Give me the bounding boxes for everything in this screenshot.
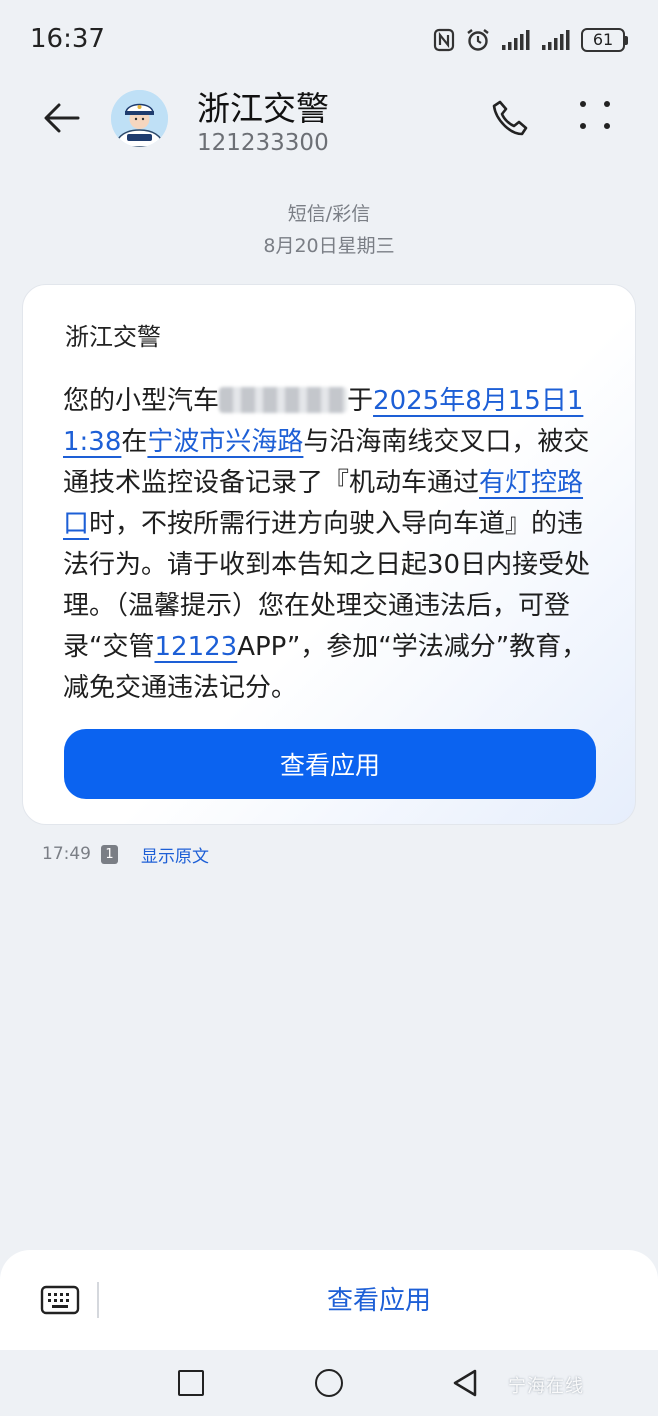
message-body: 您的小型汽车 于2025年8月15日11:38在宁波市兴海路与沿海南线交叉口，被交… [63, 381, 603, 709]
contact-number: 121233300 [197, 130, 329, 156]
alarm-icon [467, 29, 489, 51]
message-type-label: 短信/彩信 [287, 203, 371, 225]
watermark-text: 宁海在线 [508, 1376, 584, 1397]
status-bar: 16:37 61 [0, 0, 658, 80]
contact-avatar[interactable] [111, 90, 168, 147]
recents-icon[interactable] [178, 1370, 204, 1396]
battery-icon: 61 [581, 28, 628, 52]
app-number-link[interactable]: 12123 [154, 632, 237, 662]
status-icons: 61 [433, 26, 628, 54]
phone-call-icon[interactable] [490, 98, 532, 140]
message-text: 您的小型汽车 [63, 386, 220, 416]
status-time: 16:37 [30, 24, 105, 54]
message-card[interactable]: 浙江交警 您的小型汽车 于2025年8月15日11:38在宁波市兴海路与沿海南线交… [22, 284, 636, 825]
location-link[interactable]: 宁波市兴海路 [147, 427, 303, 457]
view-app-button[interactable]: 查看应用 [64, 729, 596, 799]
keyboard-icon[interactable] [40, 1284, 80, 1316]
show-original-link[interactable]: 显示原文 [141, 842, 209, 867]
more-options-icon[interactable] [578, 98, 612, 132]
redacted-plate [219, 387, 348, 413]
nfc-icon [433, 28, 455, 52]
message-time: 17:49 [42, 844, 91, 864]
signal-icon-2 [542, 30, 570, 50]
bottom-action-bar: 查看应用 [0, 1250, 658, 1350]
bottom-view-app-button[interactable]: 查看应用 [100, 1280, 658, 1317]
messaging-screen: 16:37 61 浙江交警 121233300 短信/彩信 8月20日星期三 浙… [0, 0, 658, 1416]
battery-level: 61 [581, 28, 625, 52]
sim-badge: 1 [101, 844, 118, 864]
police-officer-icon [111, 90, 168, 147]
conversation-header: 浙江交警 121233300 [0, 80, 658, 180]
conversation-date: 8月20日星期三 [263, 235, 395, 257]
home-icon[interactable] [315, 1369, 343, 1397]
back-arrow-icon[interactable] [40, 96, 84, 140]
signal-icon-1 [502, 30, 530, 50]
contact-name: 浙江交警 [197, 89, 329, 128]
divider [97, 1282, 99, 1318]
message-text: 在 [121, 427, 148, 457]
message-sender-label: 浙江交警 [65, 323, 161, 351]
message-text: 于 [347, 386, 374, 416]
message-footer: 17:49 1 显示原文 [42, 842, 209, 867]
nav-back-icon[interactable] [452, 1368, 478, 1398]
